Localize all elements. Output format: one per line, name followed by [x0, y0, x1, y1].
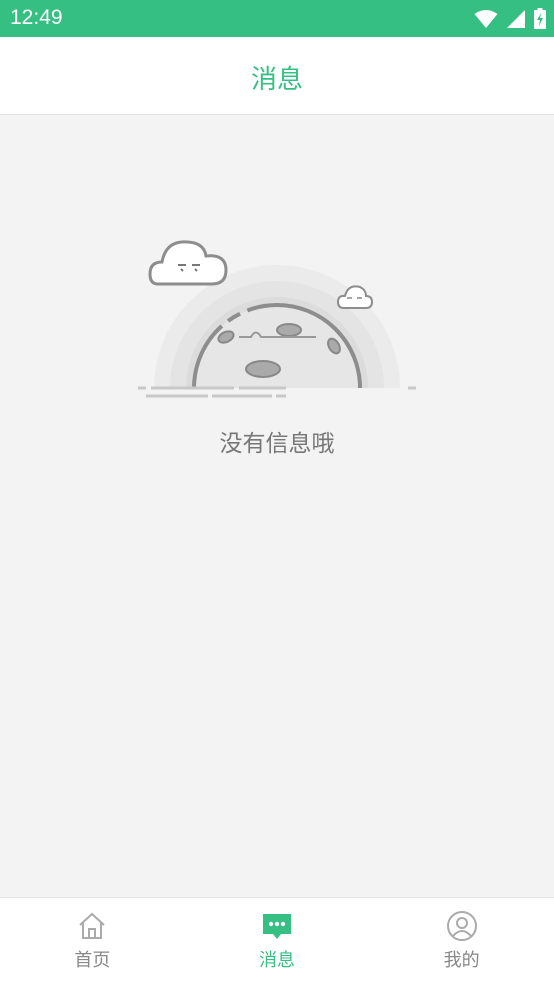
home-icon [79, 912, 106, 939]
tab-profile-label: 我的 [443, 950, 480, 971]
signal-icon [507, 9, 525, 28]
header: 消息 [0, 37, 554, 115]
wifi-icon [474, 9, 498, 28]
tab-home[interactable]: 首页 [0, 898, 185, 984]
tab-profile[interactable]: 我的 [369, 898, 554, 984]
profile-icon [446, 911, 477, 941]
status-bar: 12:49 [0, 0, 554, 37]
tab-home-label: 首页 [74, 950, 111, 971]
status-time: 12:49 [10, 6, 63, 29]
page-title: 消息 [250, 65, 303, 95]
message-icon [263, 914, 291, 939]
tab-messages-label: 消息 [259, 950, 295, 971]
status-icons [474, 8, 546, 29]
tab-messages[interactable]: 消息 [185, 898, 370, 984]
sleeping-moon-illustration [138, 240, 416, 398]
battery-charging-icon [534, 8, 546, 29]
empty-message: 没有信息哦 [219, 431, 335, 457]
bottom-tab-bar: 首页 消息 我的 [0, 897, 554, 984]
